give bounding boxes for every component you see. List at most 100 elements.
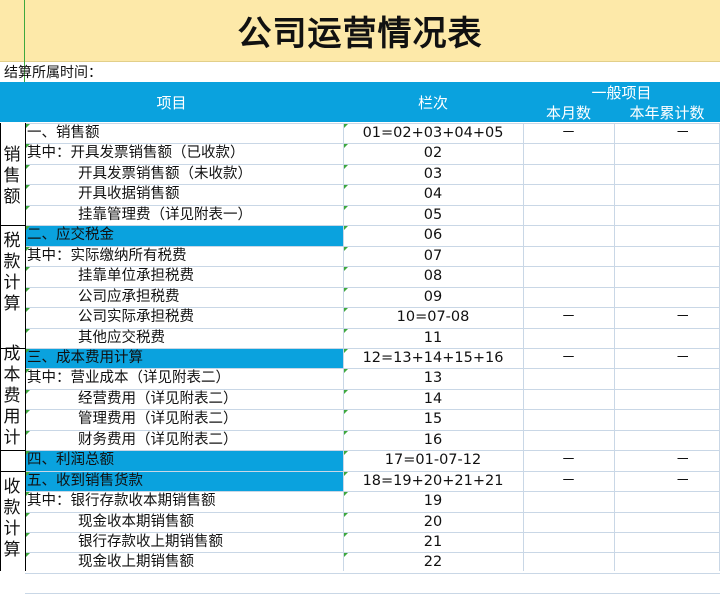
row-ytd-value[interactable] (614, 409, 690, 429)
grid-line (25, 287, 720, 288)
row-code[interactable]: 07 (343, 246, 523, 266)
row-item-label[interactable]: 开具收据销售额 (78, 184, 339, 204)
row-code[interactable]: 16 (343, 430, 523, 450)
row-item-label[interactable]: 其中：银行存款收本期销售额 (27, 491, 339, 511)
row-item-label[interactable]: 开具发票销售额（未收款） (78, 164, 339, 184)
row-month-value[interactable] (523, 328, 614, 348)
comment-marker-icon (344, 206, 348, 210)
row-month-value[interactable] (523, 225, 614, 245)
row-month-value[interactable]: － (523, 450, 614, 470)
header-ytd[interactable]: 本年累计数 (614, 102, 720, 122)
row-ytd-value[interactable] (614, 143, 690, 163)
row-item-label[interactable]: 财务费用（详见附表二） (78, 430, 339, 450)
row-month-value[interactable]: － (523, 348, 614, 368)
row-month-value[interactable] (523, 368, 614, 388)
row-month-value[interactable]: － (523, 123, 614, 143)
row-ytd-value[interactable] (614, 184, 690, 204)
row-item-label[interactable]: 现金收上期销售额 (78, 552, 339, 572)
row-item-label[interactable]: 五、收到销售货款 (27, 471, 339, 491)
row-ytd-value[interactable]: － (614, 450, 691, 470)
row-month-value[interactable] (523, 389, 614, 409)
row-ytd-value[interactable]: － (614, 307, 691, 327)
row-code[interactable]: 14 (343, 389, 523, 409)
row-code[interactable]: 19 (343, 491, 523, 511)
comment-marker-icon (26, 124, 30, 128)
row-item-label[interactable]: 其中：营业成本（详见附表二） (27, 368, 339, 388)
row-month-value[interactable] (523, 512, 614, 532)
category-border (0, 450, 25, 451)
row-ytd-value[interactable] (614, 430, 690, 450)
row-month-value[interactable] (523, 164, 614, 184)
row-code[interactable]: 22 (343, 552, 523, 572)
row-code[interactable]: 04 (343, 184, 523, 204)
row-ytd-value[interactable] (614, 389, 690, 409)
row-month-value[interactable] (523, 430, 614, 450)
row-month-value[interactable]: － (523, 307, 614, 327)
row-code[interactable]: 17=01-07-12 (343, 450, 523, 470)
row-item-label[interactable]: 其他应交税费 (78, 328, 339, 348)
row-code[interactable]: 08 (343, 266, 523, 286)
row-month-value[interactable] (523, 246, 614, 266)
row-ytd-value[interactable]: － (614, 348, 691, 368)
row-month-value[interactable] (523, 205, 614, 225)
row-item-label[interactable]: 银行存款收上期销售额 (78, 532, 339, 552)
row-month-value[interactable] (523, 491, 614, 511)
row-item-label[interactable]: 公司实际承担税费 (78, 307, 339, 327)
row-code[interactable]: 21 (343, 532, 523, 552)
row-item-label[interactable]: 经营费用（详见附表二） (78, 389, 339, 409)
row-ytd-value[interactable]: － (614, 471, 691, 491)
row-code[interactable]: 18=19+20+21+21 (343, 471, 523, 491)
row-month-value[interactable] (523, 532, 614, 552)
header-group[interactable]: 一般项目 (523, 82, 720, 102)
row-item-label[interactable]: 挂靠单位承担税费 (78, 266, 339, 286)
row-item-label[interactable]: 其中：开具发票销售额（已收款） (27, 143, 339, 163)
row-month-value[interactable] (523, 266, 614, 286)
row-ytd-value[interactable] (614, 164, 690, 184)
row-month-value[interactable] (523, 552, 614, 572)
comment-marker-icon (344, 349, 348, 353)
row-code[interactable]: 13 (343, 368, 523, 388)
row-code[interactable]: 06 (343, 225, 523, 245)
row-ytd-value[interactable] (614, 225, 690, 245)
row-month-value[interactable] (523, 409, 614, 429)
row-ytd-value[interactable] (614, 266, 690, 286)
row-item-label[interactable]: 三、成本费用计算 (27, 348, 339, 368)
row-code[interactable]: 05 (343, 205, 523, 225)
row-item-label[interactable]: 公司应承担税费 (78, 287, 339, 307)
row-ytd-value[interactable] (614, 512, 690, 532)
row-ytd-value[interactable] (614, 552, 690, 572)
row-item-label[interactable]: 一、销售额 (27, 123, 339, 143)
header-item[interactable]: 项目 (0, 82, 343, 122)
row-item-label[interactable]: 其中：实际缴纳所有税费 (27, 246, 339, 266)
row-item-label[interactable]: 四、利润总额 (27, 450, 339, 470)
row-month-value[interactable] (523, 143, 614, 163)
row-month-value[interactable] (523, 287, 614, 307)
header-seq[interactable]: 栏次 (343, 82, 523, 122)
row-code[interactable]: 20 (343, 512, 523, 532)
row-ytd-value[interactable] (614, 287, 690, 307)
row-item-label[interactable]: 现金收本期销售额 (78, 512, 339, 532)
row-month-value[interactable]: － (523, 471, 614, 491)
row-code[interactable]: 11 (343, 328, 523, 348)
row-ytd-value[interactable] (614, 368, 690, 388)
row-item-label[interactable]: 挂靠管理费（详见附表一） (78, 205, 339, 225)
row-ytd-value[interactable] (614, 205, 690, 225)
row-ytd-value[interactable]: － (614, 123, 691, 143)
row-month-value[interactable] (523, 184, 614, 204)
row-code[interactable]: 03 (343, 164, 523, 184)
row-code[interactable]: 12=13+14+15+16 (343, 348, 523, 368)
row-code[interactable]: 10=07-08 (343, 307, 523, 327)
grid-line (25, 573, 720, 574)
row-ytd-value[interactable] (614, 491, 690, 511)
row-code[interactable]: 02 (343, 143, 523, 163)
header-month[interactable]: 本月数 (523, 102, 614, 122)
row-ytd-value[interactable] (614, 532, 690, 552)
row-ytd-value[interactable] (614, 328, 690, 348)
row-ytd-value[interactable] (614, 246, 690, 266)
row-code[interactable]: 01=02+03+04+05 (343, 123, 523, 143)
row-code[interactable]: 15 (343, 409, 523, 429)
comment-marker-icon (344, 247, 348, 251)
row-item-label[interactable]: 二、应交税金 (27, 225, 339, 245)
row-code[interactable]: 09 (343, 287, 523, 307)
row-item-label[interactable]: 管理费用（详见附表二） (78, 409, 339, 429)
